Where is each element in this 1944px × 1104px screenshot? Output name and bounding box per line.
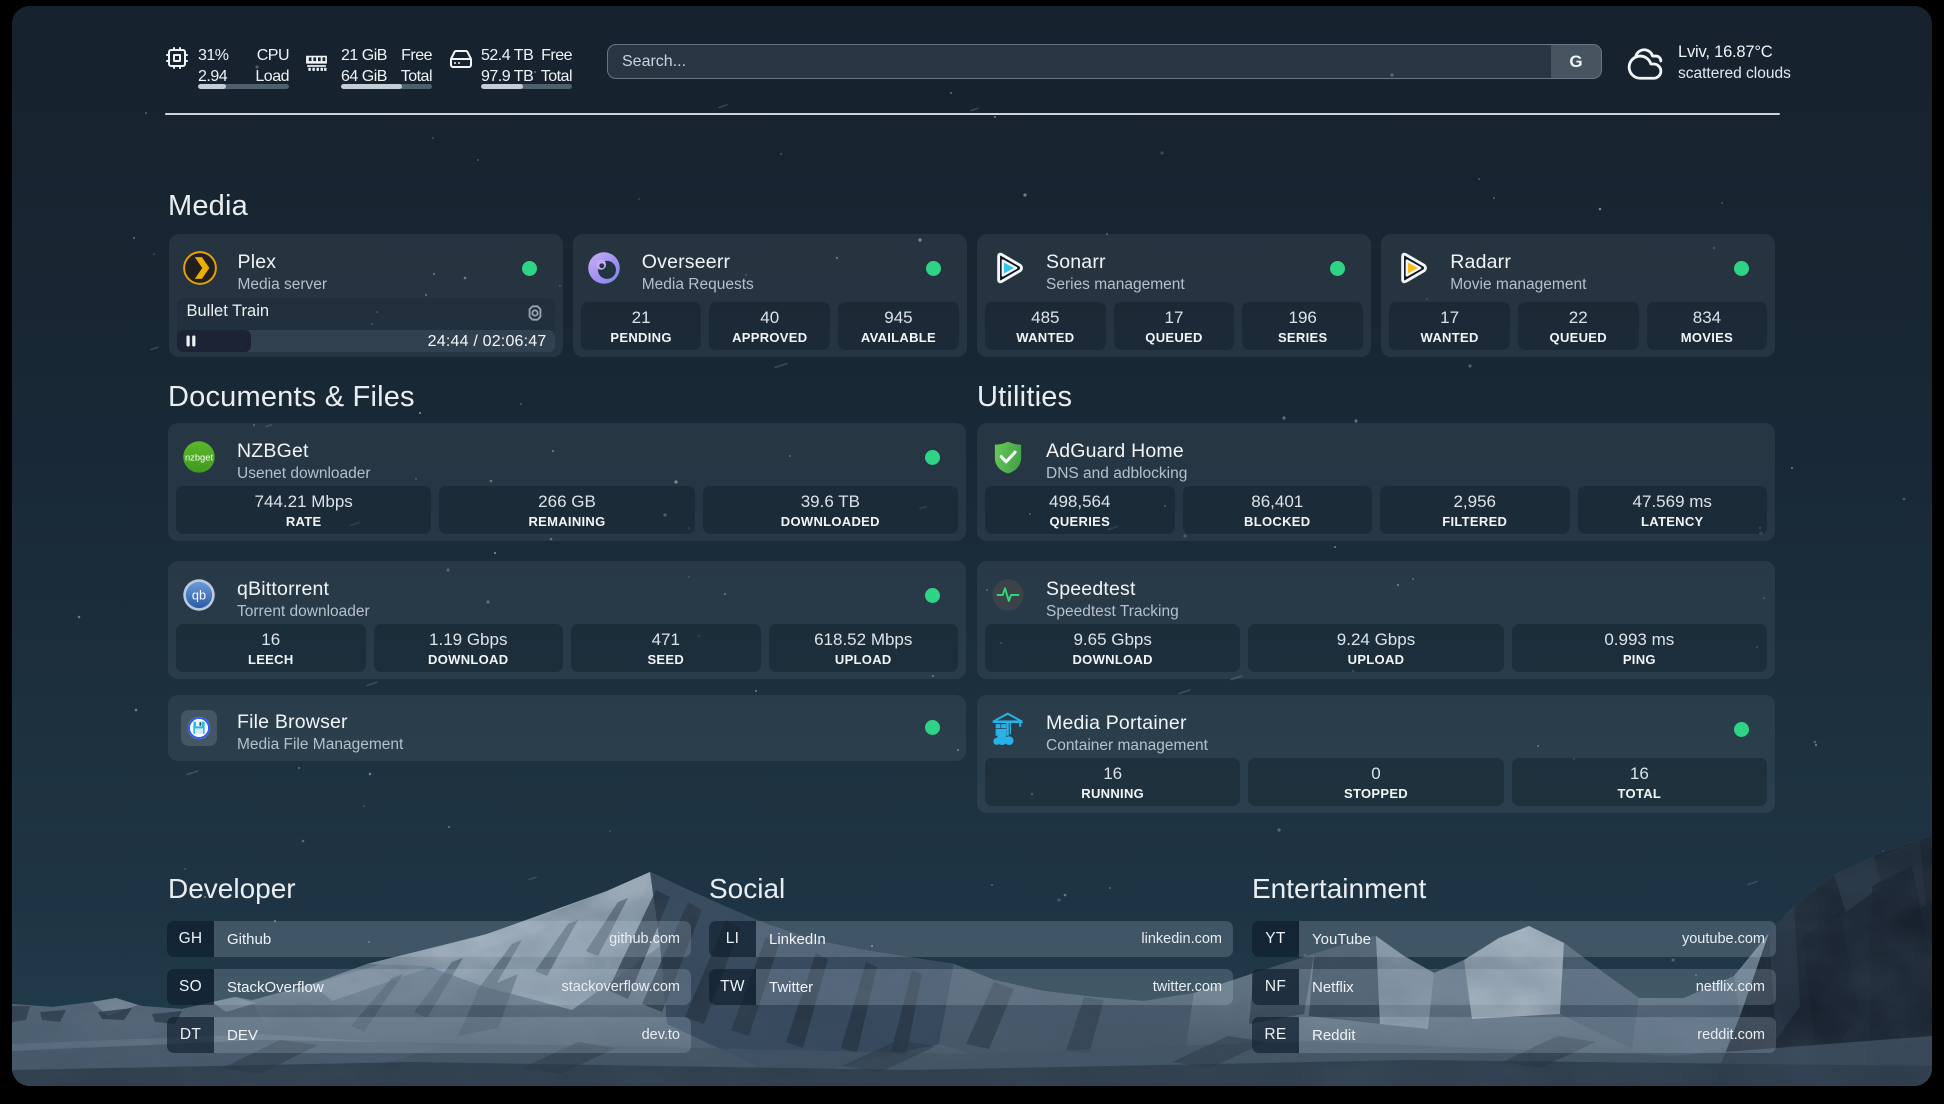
- svg-text:qb: qb: [192, 588, 206, 603]
- svg-text:nzbget: nzbget: [185, 452, 214, 462]
